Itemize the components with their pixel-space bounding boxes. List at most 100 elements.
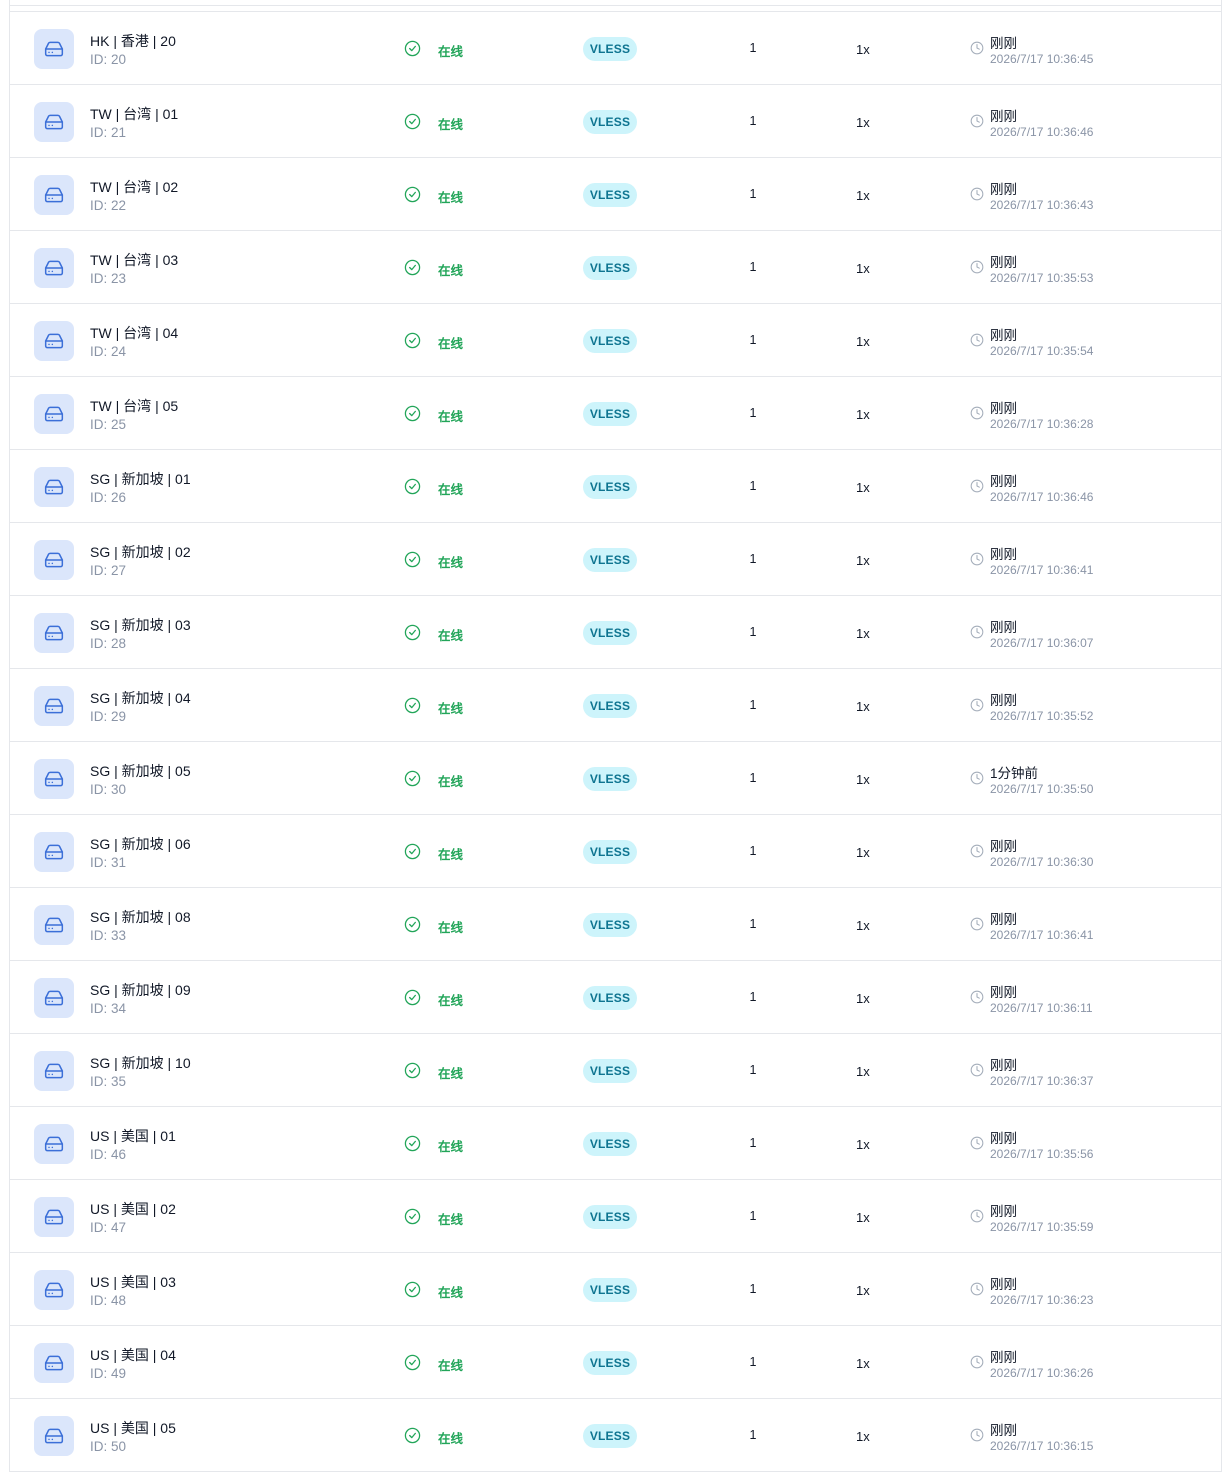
node-id: ID: 46	[90, 1147, 127, 1162]
last-seen-relative: 刚刚	[990, 839, 1017, 854]
count-value: 1	[749, 917, 757, 931]
table-row[interactable]: SG | 新加坡 | 09 ID: 34 在线 VLESS 1 1x 刚刚 20…	[10, 961, 1221, 1034]
node-id: ID: 49	[90, 1366, 127, 1381]
node-id: ID: 34	[90, 1001, 127, 1016]
rate-multiplier: 1x	[856, 553, 870, 568]
hard-drive-icon	[34, 1270, 74, 1310]
table-row[interactable]: US | 美国 | 02 ID: 47 在线 VLESS 1 1x 刚刚 202…	[10, 1180, 1221, 1253]
node-id: ID: 27	[90, 563, 127, 578]
status-label: 在线	[438, 1140, 464, 1154]
table-row[interactable]: SG | 新加坡 | 03 ID: 28 在线 VLESS 1 1x 刚刚 20…	[10, 596, 1221, 669]
table-row[interactable]: SG | 新加坡 | 08 ID: 33 在线 VLESS 1 1x 刚刚 20…	[10, 888, 1221, 961]
hard-drive-icon	[34, 832, 74, 872]
node-name: SG | 新加坡 | 09	[90, 982, 191, 998]
last-seen-relative: 刚刚	[990, 1131, 1017, 1146]
last-seen-timestamp: 2026/7/17 10:35:54	[990, 344, 1094, 358]
hard-drive-icon	[34, 467, 74, 507]
protocol-badge: VLESS	[583, 621, 637, 645]
status-label: 在线	[438, 118, 464, 132]
table-row[interactable]: US | 美国 | 01 ID: 46 在线 VLESS 1 1x 刚刚 202…	[10, 1107, 1221, 1180]
protocol-badge: VLESS	[583, 475, 637, 499]
protocol-badge: VLESS	[583, 767, 637, 791]
rate-multiplier: 1x	[856, 772, 870, 787]
table-top-edge	[9, 0, 1222, 12]
status-label: 在线	[438, 1359, 464, 1373]
clock-icon	[970, 1209, 984, 1223]
status-label: 在线	[438, 45, 464, 59]
rate-multiplier: 1x	[856, 115, 870, 130]
node-name: TW | 台湾 | 01	[90, 106, 179, 122]
last-seen-timestamp: 2026/7/17 10:36:11	[990, 1001, 1093, 1015]
check-circle-icon	[404, 989, 421, 1006]
node-id: ID: 28	[90, 636, 127, 651]
protocol-badge: VLESS	[583, 329, 637, 353]
table-row[interactable]: TW | 台湾 | 01 ID: 21 在线 VLESS 1 1x 刚刚 202…	[10, 85, 1221, 158]
rate-multiplier: 1x	[856, 626, 870, 641]
last-seen-relative: 刚刚	[990, 1058, 1017, 1073]
last-seen-timestamp: 2026/7/17 10:36:15	[990, 1439, 1094, 1453]
table-row[interactable]: US | 美国 | 05 ID: 50 在线 VLESS 1 1x 刚刚 202…	[10, 1399, 1221, 1472]
node-name: TW | 台湾 | 04	[90, 325, 179, 341]
hard-drive-icon	[34, 686, 74, 726]
last-seen-relative: 刚刚	[990, 182, 1017, 197]
last-seen-timestamp: 2026/7/17 10:36:46	[990, 490, 1094, 504]
hard-drive-icon	[34, 175, 74, 215]
node-name: SG | 新加坡 | 04	[90, 690, 191, 706]
status-label: 在线	[438, 1213, 464, 1227]
last-seen-timestamp: 2026/7/17 10:36:45	[990, 52, 1094, 66]
last-seen-relative: 刚刚	[990, 1350, 1017, 1365]
table-row[interactable]: SG | 新加坡 | 01 ID: 26 在线 VLESS 1 1x 刚刚 20…	[10, 450, 1221, 523]
last-seen-relative: 刚刚	[990, 109, 1017, 124]
table-row[interactable]: TW | 台湾 | 05 ID: 25 在线 VLESS 1 1x 刚刚 202…	[10, 377, 1221, 450]
node-id: ID: 33	[90, 928, 127, 943]
table-row[interactable]: SG | 新加坡 | 10 ID: 35 在线 VLESS 1 1x 刚刚 20…	[10, 1034, 1221, 1107]
rate-multiplier: 1x	[856, 1064, 870, 1079]
last-seen-timestamp: 2026/7/17 10:36:28	[990, 417, 1094, 431]
count-value: 1	[749, 771, 757, 785]
count-value: 1	[749, 1355, 757, 1369]
hard-drive-icon	[34, 540, 74, 580]
status-label: 在线	[438, 629, 464, 643]
table-row[interactable]: SG | 新加坡 | 02 ID: 27 在线 VLESS 1 1x 刚刚 20…	[10, 523, 1221, 596]
status-label: 在线	[438, 337, 464, 351]
rate-multiplier: 1x	[856, 1356, 870, 1371]
rate-multiplier: 1x	[856, 334, 870, 349]
check-circle-icon	[404, 1135, 421, 1152]
last-seen-relative: 刚刚	[990, 912, 1017, 927]
last-seen-relative: 刚刚	[990, 620, 1017, 635]
check-circle-icon	[404, 186, 421, 203]
protocol-badge: VLESS	[583, 256, 637, 280]
node-id: ID: 50	[90, 1439, 127, 1454]
check-circle-icon	[404, 1354, 421, 1371]
rate-multiplier: 1x	[856, 42, 870, 57]
last-seen-timestamp: 2026/7/17 10:36:46	[990, 125, 1094, 139]
rate-multiplier: 1x	[856, 1429, 870, 1444]
rate-multiplier: 1x	[856, 918, 870, 933]
clock-icon	[970, 990, 984, 1004]
table-row[interactable]: SG | 新加坡 | 06 ID: 31 在线 VLESS 1 1x 刚刚 20…	[10, 815, 1221, 888]
last-seen-relative: 刚刚	[990, 474, 1017, 489]
last-seen-timestamp: 2026/7/17 10:35:53	[990, 271, 1094, 285]
table-row[interactable]: TW | 台湾 | 04 ID: 24 在线 VLESS 1 1x 刚刚 202…	[10, 304, 1221, 377]
count-value: 1	[749, 333, 757, 347]
status-label: 在线	[438, 1067, 464, 1081]
table-row[interactable]: HK | 香港 | 20 ID: 20 在线 VLESS 1 1x 刚刚 202…	[10, 12, 1221, 85]
rate-multiplier: 1x	[856, 188, 870, 203]
table-row[interactable]: SG | 新加坡 | 04 ID: 29 在线 VLESS 1 1x 刚刚 20…	[10, 669, 1221, 742]
last-seen-relative: 刚刚	[990, 985, 1017, 1000]
table-row[interactable]: SG | 新加坡 | 05 ID: 30 在线 VLESS 1 1x 1分钟前 …	[10, 742, 1221, 815]
table-row[interactable]: US | 美国 | 03 ID: 48 在线 VLESS 1 1x 刚刚 202…	[10, 1253, 1221, 1326]
last-seen-relative: 刚刚	[990, 401, 1017, 416]
node-name: US | 美国 | 03	[90, 1274, 176, 1290]
table-row[interactable]: TW | 台湾 | 02 ID: 22 在线 VLESS 1 1x 刚刚 202…	[10, 158, 1221, 231]
node-id: ID: 31	[90, 855, 127, 870]
last-seen-relative: 刚刚	[990, 255, 1017, 270]
count-value: 1	[749, 552, 757, 566]
last-seen-timestamp: 2026/7/17 10:36:07	[990, 636, 1094, 650]
table-row[interactable]: US | 美国 | 04 ID: 49 在线 VLESS 1 1x 刚刚 202…	[10, 1326, 1221, 1399]
protocol-badge: VLESS	[583, 1278, 637, 1302]
clock-icon	[970, 771, 984, 785]
check-circle-icon	[404, 332, 421, 349]
table-row[interactable]: TW | 台湾 | 03 ID: 23 在线 VLESS 1 1x 刚刚 202…	[10, 231, 1221, 304]
status-label: 在线	[438, 556, 464, 570]
